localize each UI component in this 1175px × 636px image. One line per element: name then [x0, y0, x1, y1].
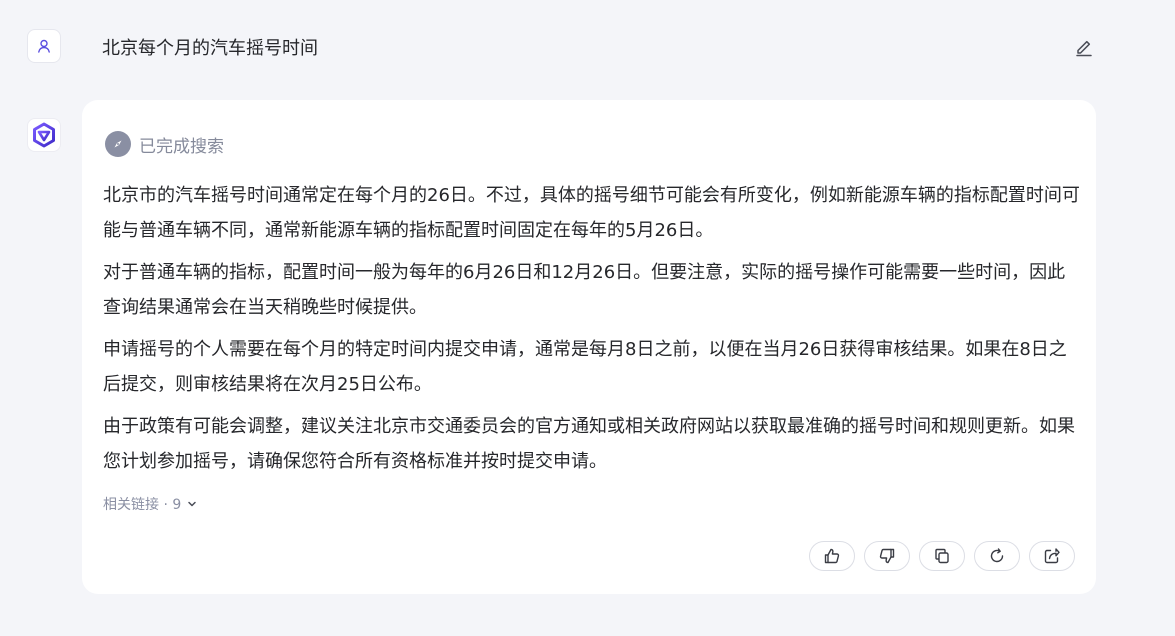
- regenerate-button[interactable]: [974, 541, 1020, 571]
- thumbs-up-icon: [824, 548, 840, 564]
- compass-icon: [105, 131, 131, 157]
- search-status-text: 已完成搜索: [139, 136, 224, 157]
- share-icon: [1044, 548, 1060, 564]
- answer-paragraph: 对于普通车辆的指标，配置时间一般为每年的6月26日和12月26日。但要注意，实际…: [103, 262, 1066, 318]
- copy-icon: [935, 548, 949, 564]
- answer-paragraph: 北京市的汽车摇号时间通常定在每个月的26日。不过，具体的摇号细节可能会有所变化，…: [103, 185, 1080, 241]
- thumbs-down-icon: [879, 548, 895, 564]
- answer-card: 已完成搜索 北京市的汽车摇号时间通常定在每个月的26日。不过，具体的摇号细节可能…: [82, 100, 1096, 594]
- assistant-avatar: [27, 118, 61, 152]
- user-icon: [38, 39, 50, 53]
- search-status[interactable]: 已完成搜索: [105, 131, 224, 157]
- answer-actions: [809, 541, 1075, 571]
- user-question: 北京每个月的汽车摇号时间: [102, 38, 318, 59]
- related-links-label: 相关链接 · 9: [103, 497, 182, 513]
- like-button[interactable]: [809, 541, 855, 571]
- chevron-down-icon: [187, 499, 197, 509]
- assistant-logo-icon: [33, 122, 55, 148]
- related-links-toggle[interactable]: 相关链接 · 9: [103, 494, 197, 514]
- user-avatar: [27, 29, 61, 63]
- answer-paragraph: 申请摇号的个人需要在每个月的特定时间内提交申请，通常是每月8日之前，以便在当月2…: [103, 339, 1067, 395]
- answer-text: 北京市的汽车摇号时间通常定在每个月的26日。不过，具体的摇号细节可能会有所变化，…: [103, 178, 1083, 486]
- regenerate-icon: [990, 548, 1004, 563]
- answer-paragraph: 由于政策有可能会调整，建议关注北京市交通委员会的官方通知或相关政府网站以获取最准…: [103, 416, 1075, 472]
- dislike-button[interactable]: [864, 541, 910, 571]
- share-button[interactable]: [1029, 541, 1075, 571]
- edit-question-button[interactable]: [1072, 35, 1096, 59]
- copy-button[interactable]: [919, 541, 965, 571]
- pencil-icon: [1076, 40, 1092, 57]
